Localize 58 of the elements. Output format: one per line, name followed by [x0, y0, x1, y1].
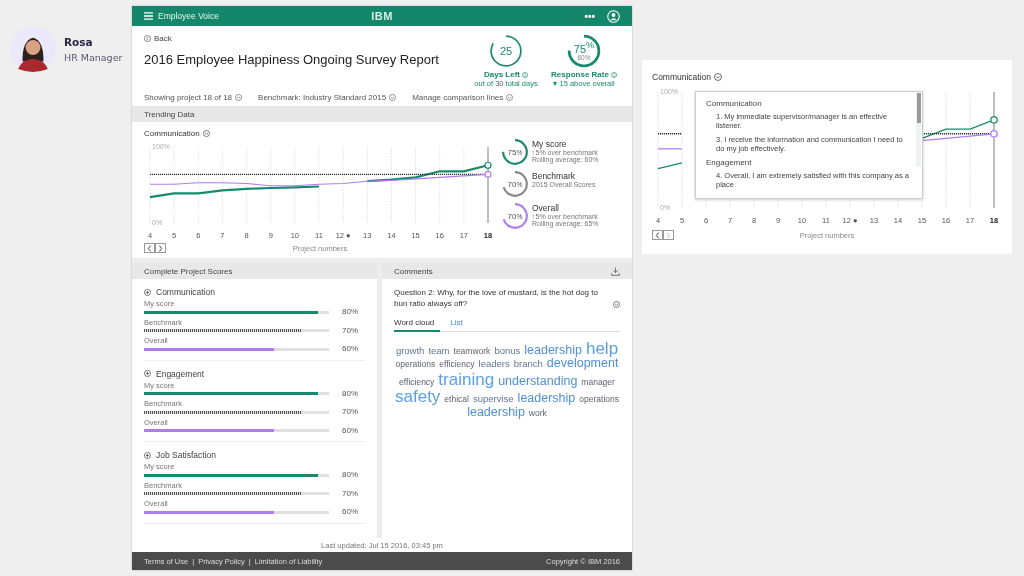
cloud-word[interactable]: operations [395, 360, 436, 370]
cloud-word[interactable]: bonus [494, 345, 521, 356]
bar-value: 60% [341, 426, 358, 435]
cloud-word[interactable]: branch [513, 359, 543, 370]
panel-header: Complete Project Scores [132, 263, 377, 279]
more-button[interactable]: ••• [584, 10, 595, 22]
bar-value: 70% [341, 489, 358, 498]
cloud-word[interactable]: ethical [444, 395, 469, 405]
cloud-word[interactable]: work [528, 409, 547, 419]
legend-name: Benchmark [532, 171, 576, 181]
popover-group-title: Engagement [706, 158, 753, 167]
cloud-word[interactable]: development [546, 357, 619, 371]
cloud-word[interactable]: growth [395, 345, 425, 356]
bar-value: 80% [341, 471, 358, 479]
stat-label: Days Left [484, 70, 520, 79]
cloud-word[interactable]: manager [581, 377, 615, 387]
cloud-word[interactable]: leadership [524, 343, 582, 357]
persona-name: Rosa [64, 35, 94, 48]
stat-value: 25 [499, 45, 513, 57]
report-title: 2016 Employee Happiness Ongoing Survey Report [144, 52, 440, 67]
cloud-word[interactable]: teamwork [453, 346, 491, 356]
section-title: Engagement [156, 368, 205, 379]
section-title: Job Satisfaction [156, 450, 216, 460]
back-link[interactable]: Back [144, 34, 172, 43]
bar-value: 80% [341, 389, 358, 398]
popover-group-title: Communication [706, 99, 763, 108]
cloud-word[interactable]: leadership [467, 406, 525, 420]
stat-label: Response Rate [551, 70, 609, 79]
cloud-word[interactable]: leaders [478, 359, 510, 370]
bar-value: 60% [341, 345, 358, 353]
stat-value: 75$^{%}$ [573, 40, 595, 55]
cloud-word[interactable]: leadership [517, 392, 576, 406]
cloud-word[interactable]: understanding [498, 374, 578, 388]
panel-header: Comments [394, 266, 433, 276]
legend-name: My score [532, 139, 568, 149]
logo: IBM [371, 10, 393, 22]
app-title: Employee Voice [158, 11, 219, 21]
question-text: Question 2: Why, for the love of mustard, is the hot dog to bun ratio always off? [394, 288, 599, 310]
tab[interactable]: Word cloud [394, 317, 441, 332]
persona-role: HR Manager [64, 51, 123, 63]
bar-value: 70% [341, 408, 358, 416]
cloud-word[interactable]: supervise [472, 394, 514, 405]
metric-label: Communication [652, 72, 712, 82]
filter-dropdown[interactable]: Showing project 18 of 18 [144, 92, 243, 102]
metric-label: Communication [144, 129, 200, 138]
cloud-word[interactable]: operations [579, 395, 619, 405]
bar-value: 70% [341, 326, 358, 335]
cloud-word[interactable]: team [428, 345, 450, 356]
bar-value: 60% [341, 508, 358, 516]
bar-value: 80% [341, 308, 358, 316]
cloud-word[interactable]: efficiency [399, 377, 435, 387]
filter-dropdown[interactable]: Manage comparison lines [412, 92, 514, 102]
section-header: Trending Data [132, 106, 632, 122]
filter-dropdown[interactable]: Benchmark: Industry Standard 2015 [258, 92, 397, 102]
legend-name: Overall [532, 203, 560, 213]
cloud-word[interactable]: efficiency [439, 360, 475, 370]
section-title: Communication [156, 287, 216, 297]
tab[interactable]: List [450, 317, 463, 332]
